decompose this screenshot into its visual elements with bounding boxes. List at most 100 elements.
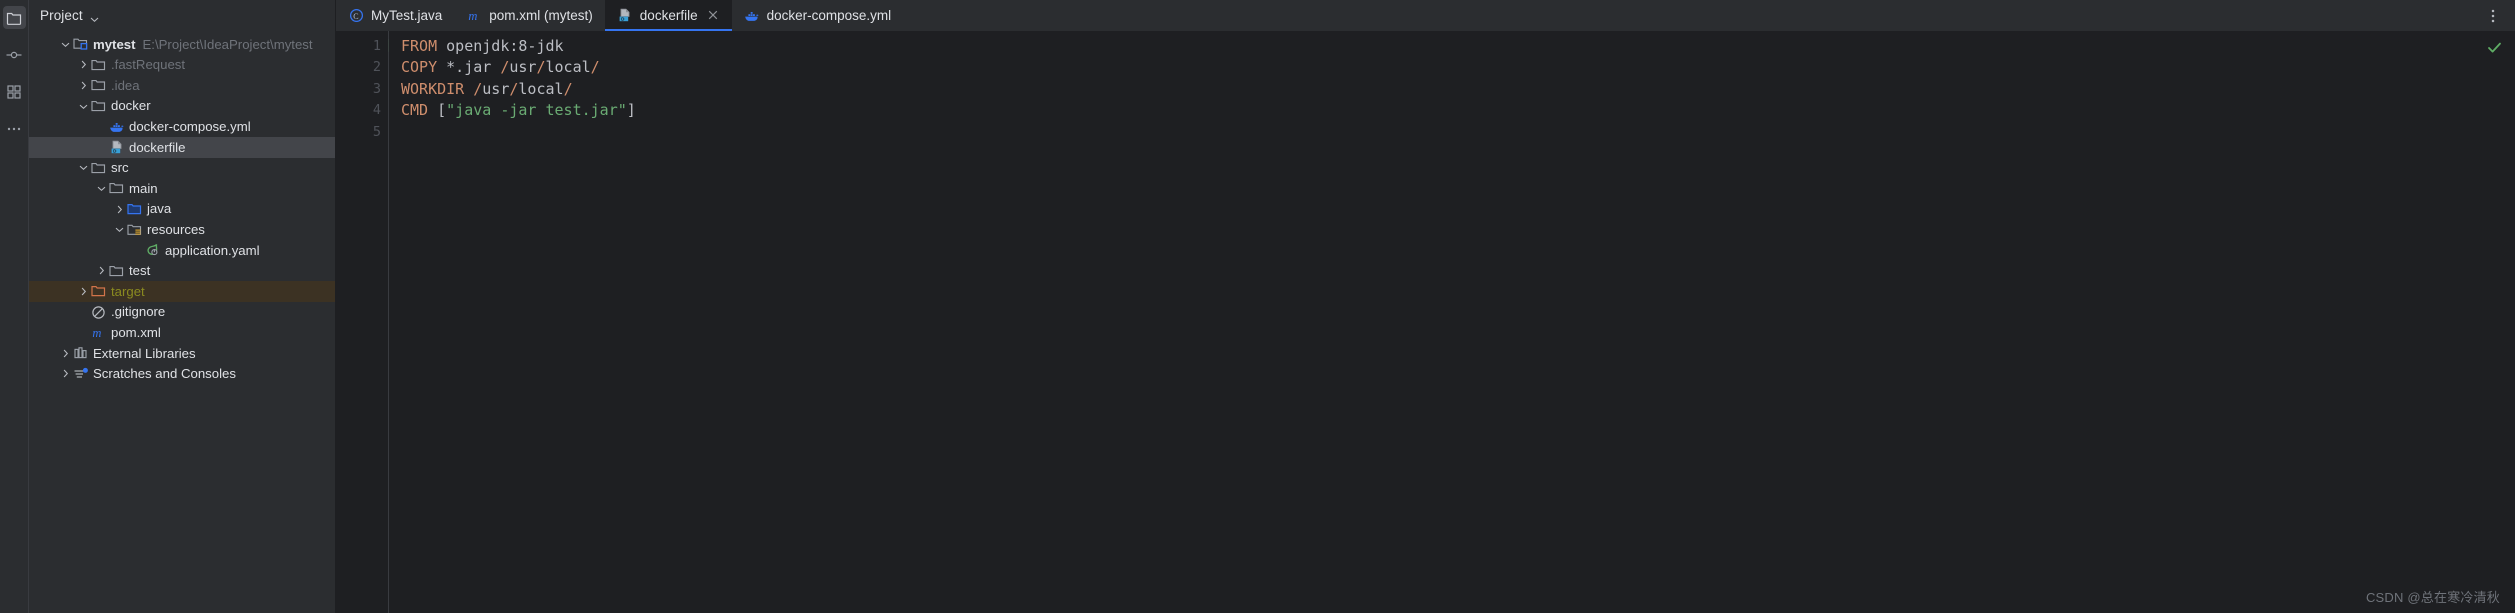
tree-item-docker[interactable]: docker xyxy=(29,96,335,117)
tree-item-label: application.yaml xyxy=(165,242,260,258)
tree-item-label: pom.xml xyxy=(111,325,161,340)
tree-item-fastrequest[interactable]: .fastRequest xyxy=(29,55,335,76)
tree-item-pom-xml[interactable]: m pom.xml xyxy=(29,322,335,343)
line-number-text: 5 xyxy=(372,123,381,140)
code-line[interactable] xyxy=(401,121,2369,143)
editor-tab-label: docker-compose.yml xyxy=(766,8,892,23)
tree-item-application-yaml[interactable]: application.yaml xyxy=(29,240,335,261)
folder-icon xyxy=(90,160,107,176)
editor-tab-bar[interactable]: C MyTest.java m pom.xml (mytest) Ddockerfile… xyxy=(336,0,2515,31)
tree-item-target[interactable]: target xyxy=(29,281,335,302)
close-icon[interactable] xyxy=(707,9,720,22)
commit-tool-window-icon[interactable] xyxy=(3,43,26,66)
chevron-right-icon[interactable] xyxy=(76,75,90,96)
code-token: usr xyxy=(509,58,537,77)
tree-item-label: mytest xyxy=(93,36,136,52)
gutter-line-number[interactable]: 2 xyxy=(336,57,388,79)
chevron-down-icon[interactable] xyxy=(58,34,72,55)
code-line[interactable]: CMD ["java -jar test.jar"] xyxy=(401,100,2369,122)
tree-item-resources[interactable]: resources xyxy=(29,219,335,240)
gutter-line-number[interactable]: 5 xyxy=(336,121,388,143)
code-token: local xyxy=(518,79,564,98)
check-ok-icon[interactable] xyxy=(2487,40,2502,55)
folder-icon xyxy=(90,57,107,73)
chevron-right-icon[interactable] xyxy=(58,364,72,385)
tree-item-label: External Libraries xyxy=(93,345,196,361)
tree-item-label: dockerfile xyxy=(129,139,186,155)
chevron-right-icon[interactable] xyxy=(76,55,90,76)
code-token: / xyxy=(509,79,519,98)
gutter-line-number[interactable]: 1 xyxy=(336,35,400,57)
svg-text:m: m xyxy=(468,9,477,23)
editor-tab-label: pom.xml (mytest) xyxy=(489,8,593,23)
docker-whale-icon xyxy=(744,8,760,24)
code-line[interactable]: FROM openjdk:8-jdk xyxy=(401,35,2369,57)
chevron-down-icon[interactable] xyxy=(76,158,90,179)
libraries-icon xyxy=(72,345,89,361)
tree-item-docker-compose-yml[interactable]: docker-compose.yml xyxy=(29,116,335,137)
chevron-right-icon[interactable] xyxy=(58,343,72,364)
more-dots-icon[interactable] xyxy=(3,117,26,140)
editor-tab-dockerfile[interactable]: Ddockerfile xyxy=(604,0,732,31)
editor-tab-label: MyTest.java xyxy=(371,8,443,23)
project-tool-window: Project mytest E:\Project\IdeaProject\myt… xyxy=(29,0,336,613)
project-panel-header[interactable]: Project xyxy=(29,0,335,31)
tree-item-idea[interactable]: .idea xyxy=(29,75,335,96)
gutter-line-number[interactable]: 3 xyxy=(336,78,388,100)
tree-item-label: resources xyxy=(147,222,205,238)
tree-item-dockerfile[interactable]: Ddockerfile xyxy=(29,136,335,158)
editor-tab-pom-xml-mytest[interactable]: m pom.xml (mytest) xyxy=(454,0,605,31)
editor-tab-docker-compose-yml[interactable]: docker-compose.yml xyxy=(732,0,904,31)
code-line[interactable]: COPY *.jar / usr / local / xyxy=(401,57,2369,79)
tree-item-gitignore[interactable]: .gitignore xyxy=(29,302,335,323)
tree-item-main[interactable]: main xyxy=(29,178,335,199)
tree-item-label: main xyxy=(129,180,158,196)
tree-item-scratches-and-consoles[interactable]: Scratches and Consoles xyxy=(29,364,335,385)
tree-item-label: Scratches and Consoles xyxy=(93,366,236,382)
chevron-down-icon[interactable] xyxy=(90,11,99,23)
tree-item-label: docker-compose.yml xyxy=(129,119,251,135)
gutter-line-number[interactable]: 4 xyxy=(336,100,388,122)
tree-item-src[interactable]: src xyxy=(29,158,335,179)
structure-tool-window-icon[interactable] xyxy=(3,80,26,103)
editor-tab-mytest-java[interactable]: C MyTest.java xyxy=(336,0,454,31)
editor-area: C MyTest.java m pom.xml (mytest) Ddockerfile… xyxy=(336,0,2515,613)
tab-bar-spacer xyxy=(903,0,2485,31)
chevron-down-icon[interactable] xyxy=(112,219,126,240)
tree-item-java[interactable]: java xyxy=(29,199,335,220)
tree-item-test[interactable]: test xyxy=(29,261,335,282)
chevron-right-icon[interactable] xyxy=(112,199,126,220)
chevron-down-icon[interactable] xyxy=(76,96,90,117)
tree-item-mytest[interactable]: mytest E:\Project\IdeaProject\mytest xyxy=(29,34,335,55)
chevron-right-icon[interactable] xyxy=(76,281,90,302)
code-token: "java -jar test.jar" xyxy=(446,101,627,120)
tree-item-label: docker xyxy=(111,98,151,114)
code-content[interactable]: FROM openjdk:8-jdk COPY *.jar / usr / local /… xyxy=(389,31,2369,613)
project-tool-window-icon[interactable] xyxy=(2,6,26,29)
code-token: COPY xyxy=(401,58,438,77)
excluded-folder-icon xyxy=(90,283,107,299)
code-token: ] xyxy=(626,101,636,120)
editor-gutter[interactable]: 1 2 3 4 5 xyxy=(336,31,400,613)
tree-item-label: .fastRequest xyxy=(111,57,186,73)
code-token: / xyxy=(563,79,573,98)
line-number-text: 3 xyxy=(372,80,381,97)
code-token: WORKDIR xyxy=(401,79,465,98)
svg-text:C: C xyxy=(353,12,358,21)
dockerfile-icon: D xyxy=(617,8,633,24)
chevron-down-icon[interactable] xyxy=(94,178,108,199)
source-root-folder-icon xyxy=(126,201,143,217)
page-title: Project xyxy=(40,8,83,23)
project-tree[interactable]: mytest E:\Project\IdeaProject\mytest .fast… xyxy=(29,31,335,613)
code-line[interactable]: WORKDIR / usr / local / xyxy=(401,78,2369,100)
tree-item-external-libraries[interactable]: External Libraries xyxy=(29,343,335,364)
more-vertical-icon[interactable] xyxy=(2485,8,2501,24)
gitignore-icon xyxy=(90,304,107,320)
code-token: CMD xyxy=(401,101,429,120)
chevron-right-icon[interactable] xyxy=(94,261,108,282)
